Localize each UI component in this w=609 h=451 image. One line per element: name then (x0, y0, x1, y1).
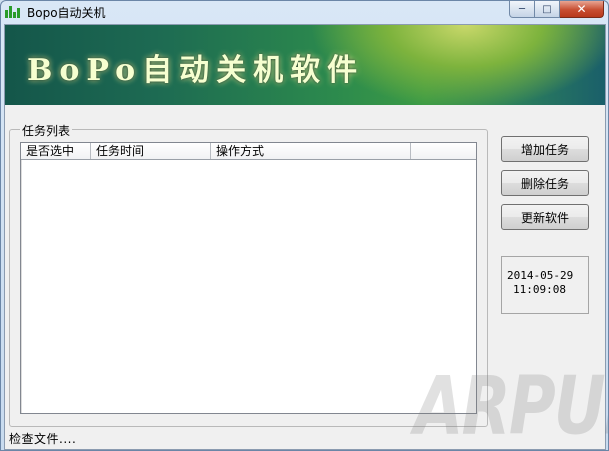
title-bar[interactable]: Bopo自动关机 ─ □ ✕ (1, 1, 608, 23)
app-icon (5, 6, 23, 18)
banner: BoPo自动关机软件 (5, 25, 605, 105)
app-window: Bopo自动关机 ─ □ ✕ BoPo自动关机软件 任务列表 是否选中 任务时间… (0, 0, 609, 451)
client-area: BoPo自动关机软件 任务列表 是否选中 任务时间 操作方式 增加任务 删除任务… (4, 24, 608, 451)
add-task-button[interactable]: 增加任务 (501, 136, 589, 162)
task-list-body[interactable] (21, 160, 476, 413)
column-header-selected[interactable]: 是否选中 (21, 143, 91, 159)
column-header-operation[interactable]: 操作方式 (211, 143, 411, 159)
task-list-group-label: 任务列表 (20, 122, 73, 139)
window-title: Bopo自动关机 (27, 6, 106, 20)
clock-date: 2014-05-29 (507, 269, 574, 282)
banner-title: BoPo自动关机软件 (27, 53, 365, 88)
watermark: ARPUN (414, 360, 608, 451)
minimize-button[interactable]: ─ (509, 1, 535, 18)
list-header: 是否选中 任务时间 操作方式 (21, 143, 476, 160)
status-text: 检查文件.... (9, 432, 77, 446)
column-header-empty[interactable] (411, 143, 476, 159)
maximize-icon: □ (542, 3, 552, 15)
delete-task-button[interactable]: 删除任务 (501, 170, 589, 196)
clock-panel: 2014-05-29 11:09:08 (501, 256, 589, 314)
minimize-icon: ─ (518, 3, 526, 15)
caption-buttons: ─ □ ✕ (509, 1, 604, 18)
close-icon: ✕ (576, 2, 587, 16)
close-button[interactable]: ✕ (560, 1, 604, 18)
column-header-task-time[interactable]: 任务时间 (91, 143, 211, 159)
maximize-button[interactable]: □ (535, 1, 560, 18)
clock-time: 11:09:08 (513, 283, 566, 296)
update-software-button[interactable]: 更新软件 (501, 204, 589, 230)
task-list-view[interactable]: 是否选中 任务时间 操作方式 (20, 142, 477, 414)
